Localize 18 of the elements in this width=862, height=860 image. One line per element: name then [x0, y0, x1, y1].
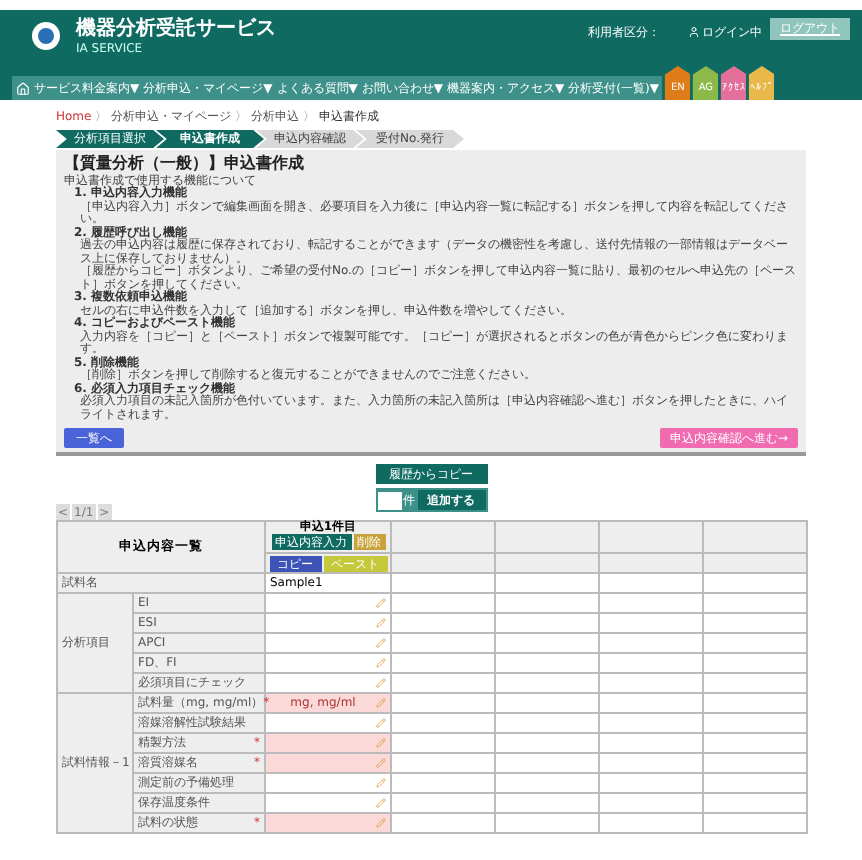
- pencil-icon[interactable]: [376, 678, 386, 688]
- pencil-icon[interactable]: [376, 778, 386, 788]
- pencil-icon[interactable]: [376, 618, 386, 628]
- site-title: 機器分析受託サービス: [76, 18, 276, 42]
- pencil-icon[interactable]: [376, 698, 386, 708]
- pencil-icon[interactable]: [376, 598, 386, 608]
- pencil-icon[interactable]: [376, 718, 386, 728]
- count-input[interactable]: [377, 491, 401, 509]
- pencil-icon[interactable]: [376, 818, 386, 828]
- pencil-icon[interactable]: [376, 638, 386, 648]
- user-icon: [688, 26, 700, 38]
- pencil-icon[interactable]: [376, 738, 386, 748]
- panel-title: 【質量分析（一般）】申込書作成: [64, 154, 306, 174]
- pencil-icon[interactable]: [376, 798, 386, 808]
- home-icon[interactable]: [16, 81, 30, 95]
- pencil-icon[interactable]: [376, 658, 386, 668]
- logo-icon: [32, 22, 60, 50]
- pencil-icon[interactable]: [376, 758, 386, 768]
